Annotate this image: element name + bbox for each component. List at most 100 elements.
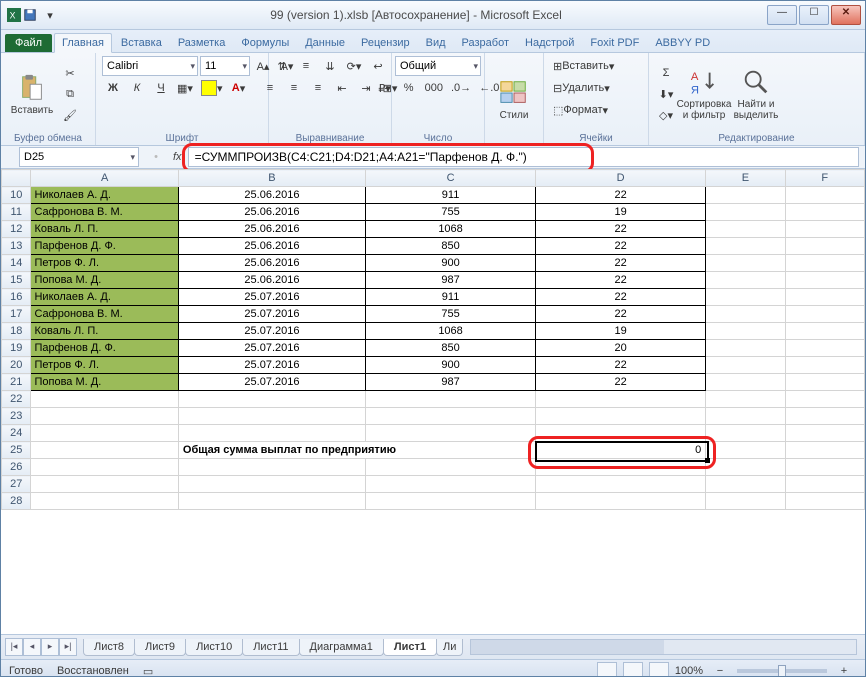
cell[interactable] xyxy=(785,187,864,204)
cell[interactable]: 22 xyxy=(536,238,706,255)
cell[interactable]: 25.07.2016 xyxy=(178,357,365,374)
orientation-button[interactable]: ⟳▾ xyxy=(343,56,365,76)
cell[interactable] xyxy=(31,425,178,442)
row-header[interactable]: 23 xyxy=(2,408,31,425)
cell[interactable] xyxy=(785,476,864,493)
align-middle-button[interactable]: ≡ xyxy=(295,56,317,76)
cell[interactable]: Попова М. Д. xyxy=(31,272,178,289)
cell[interactable] xyxy=(785,374,864,391)
col-header[interactable]: A xyxy=(31,170,178,187)
row-header[interactable]: 10 xyxy=(2,187,31,204)
maximize-button[interactable]: ☐ xyxy=(799,5,829,25)
cell[interactable]: 19 xyxy=(536,323,706,340)
summary-label[interactable]: Общая сумма выплат по предприятию xyxy=(178,442,535,459)
cell[interactable] xyxy=(536,408,706,425)
cell[interactable] xyxy=(31,476,178,493)
summary-value[interactable]: 0 xyxy=(536,442,706,459)
cell[interactable]: 22 xyxy=(536,306,706,323)
format-painter-button[interactable]: 🖌 xyxy=(59,105,81,125)
row-header[interactable]: 17 xyxy=(2,306,31,323)
formula-bar[interactable]: =СУММПРОИЗВ(C4:C21;D4:D21;A4:A21="Парфен… xyxy=(188,147,859,167)
cell[interactable] xyxy=(178,408,365,425)
macro-record-icon[interactable]: ▭ xyxy=(143,665,153,677)
worksheet-area[interactable]: A B C D E F 10Николаев А. Д.25.06.201691… xyxy=(1,169,865,634)
cell[interactable] xyxy=(536,425,706,442)
cell[interactable] xyxy=(366,476,536,493)
cell[interactable] xyxy=(706,187,785,204)
view-pagebreak-button[interactable] xyxy=(649,662,669,677)
view-normal-button[interactable] xyxy=(597,662,617,677)
cell[interactable]: 25.06.2016 xyxy=(178,221,365,238)
copy-button[interactable]: ⧉ xyxy=(59,84,81,104)
cell[interactable] xyxy=(785,442,864,459)
cell[interactable] xyxy=(536,493,706,510)
col-header[interactable]: C xyxy=(366,170,536,187)
cell[interactable] xyxy=(706,272,785,289)
zoom-out-button[interactable]: − xyxy=(709,661,731,677)
cell[interactable] xyxy=(706,323,785,340)
indent-dec-button[interactable]: ⇤ xyxy=(331,78,353,98)
row-header[interactable]: 18 xyxy=(2,323,31,340)
row-header[interactable]: 12 xyxy=(2,221,31,238)
cell[interactable] xyxy=(706,306,785,323)
cell[interactable]: 25.07.2016 xyxy=(178,323,365,340)
cell[interactable]: 1068 xyxy=(366,221,536,238)
cell[interactable] xyxy=(178,476,365,493)
bold-button[interactable]: Ж xyxy=(102,78,124,98)
row-header[interactable]: 20 xyxy=(2,357,31,374)
cell[interactable] xyxy=(785,272,864,289)
row-header[interactable]: 28 xyxy=(2,493,31,510)
cell[interactable]: 22 xyxy=(536,255,706,272)
cell[interactable] xyxy=(706,425,785,442)
cell[interactable] xyxy=(706,391,785,408)
row-header[interactable]: 11 xyxy=(2,204,31,221)
cell[interactable] xyxy=(706,459,785,476)
row-header[interactable]: 24 xyxy=(2,425,31,442)
cell[interactable] xyxy=(31,493,178,510)
cell[interactable] xyxy=(785,408,864,425)
sheet-tab[interactable]: Лист8 xyxy=(83,639,135,656)
sheet-tab[interactable]: Ли xyxy=(436,639,463,656)
find-select-button[interactable]: Найти и выделить xyxy=(731,65,781,123)
tab-insert[interactable]: Вставка xyxy=(114,34,169,52)
row-header[interactable]: 26 xyxy=(2,459,31,476)
formula-cancel-icon[interactable]: • xyxy=(145,147,167,167)
italic-button[interactable]: К xyxy=(126,78,148,98)
cell[interactable] xyxy=(706,476,785,493)
currency-button[interactable]: ₽▾ xyxy=(374,78,396,98)
cell[interactable]: 25.06.2016 xyxy=(178,255,365,272)
cell[interactable]: 911 xyxy=(366,289,536,306)
cell[interactable] xyxy=(785,204,864,221)
cell[interactable] xyxy=(536,391,706,408)
cell[interactable] xyxy=(785,340,864,357)
styles-button[interactable]: Стили xyxy=(491,76,537,123)
col-header[interactable]: B xyxy=(178,170,365,187)
row-header[interactable]: 21 xyxy=(2,374,31,391)
cell[interactable] xyxy=(785,323,864,340)
cell[interactable] xyxy=(785,493,864,510)
cell[interactable]: 755 xyxy=(366,306,536,323)
cell[interactable]: 25.06.2016 xyxy=(178,204,365,221)
view-layout-button[interactable] xyxy=(623,662,643,677)
cell[interactable]: 25.07.2016 xyxy=(178,289,365,306)
cell[interactable] xyxy=(31,442,178,459)
cell[interactable]: 20 xyxy=(536,340,706,357)
horizontal-scrollbar[interactable] xyxy=(470,639,857,655)
cell[interactable]: Попова М. Д. xyxy=(31,374,178,391)
cell[interactable]: Николаев А. Д. xyxy=(31,187,178,204)
minimize-button[interactable]: — xyxy=(767,5,797,25)
col-header[interactable]: F xyxy=(785,170,864,187)
cell[interactable] xyxy=(706,255,785,272)
cell[interactable] xyxy=(366,493,536,510)
sheet-tab[interactable]: Лист10 xyxy=(185,639,243,656)
cell[interactable] xyxy=(31,391,178,408)
cell[interactable] xyxy=(706,221,785,238)
tab-addins[interactable]: Надстрой xyxy=(518,34,581,52)
cell[interactable] xyxy=(178,425,365,442)
cell[interactable] xyxy=(178,493,365,510)
sheet-nav-next[interactable]: ▸ xyxy=(41,638,59,656)
underline-button[interactable]: Ч xyxy=(150,78,172,98)
cell[interactable] xyxy=(31,408,178,425)
tab-home[interactable]: Главная xyxy=(54,33,112,53)
cell[interactable]: 900 xyxy=(366,255,536,272)
